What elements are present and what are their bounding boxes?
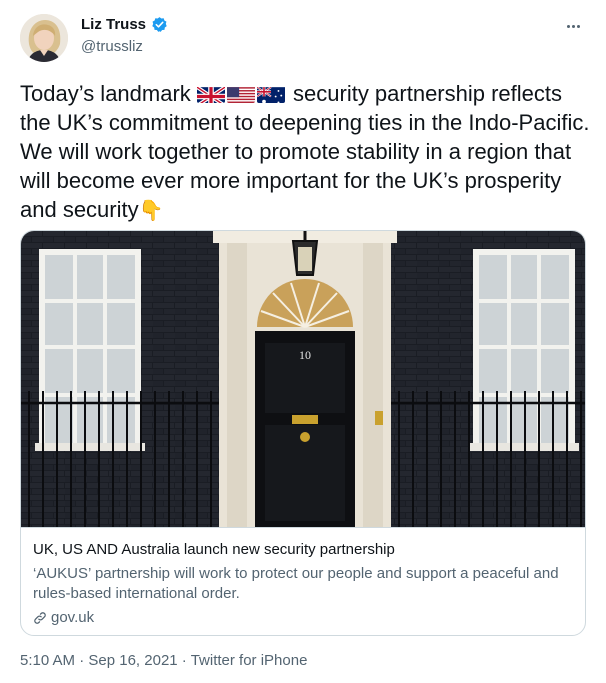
australia-flag-icon: [256, 84, 285, 103]
avatar[interactable]: [20, 14, 68, 62]
pointing-down-emoji: 👇: [138, 200, 164, 222]
tweet-source-link[interactable]: Twitter for iPhone: [191, 652, 308, 669]
tweet-date-link[interactable]: Sep 16, 2021: [88, 652, 177, 669]
meta-separator: ·: [75, 652, 89, 669]
link-icon: [33, 611, 47, 625]
tweet-text: Today’s landmark security partnership re…: [20, 79, 590, 226]
meta-separator: ·: [177, 652, 191, 669]
card-body[interactable]: UK, US AND Australia launch new security…: [21, 527, 585, 635]
author-handle[interactable]: @trussliz: [81, 38, 143, 55]
display-name[interactable]: Liz Truss: [81, 16, 146, 33]
verified-badge-icon: [151, 16, 168, 33]
door-number: 10: [299, 348, 311, 362]
author-name-row[interactable]: Liz Truss: [81, 16, 168, 33]
us-flag-icon: [226, 84, 255, 103]
card-title[interactable]: UK, US AND Australia launch new security…: [33, 540, 575, 560]
tweet-metadata: 5:10 AM · Sep 16, 2021 · Twitter for iPh…: [20, 652, 307, 669]
card-image[interactable]: 10: [21, 231, 585, 527]
tweet-time-link[interactable]: 5:10 AM: [20, 652, 75, 669]
uk-flag-icon: [196, 84, 225, 103]
link-card[interactable]: 10 UK, US AND Australia launch new secur…: [20, 230, 586, 636]
card-description: ‘AUKUS’ partnership will work to protect…: [33, 565, 559, 602]
more-options-icon[interactable]: [562, 18, 584, 34]
card-domain[interactable]: gov.uk: [33, 608, 575, 628]
tweet-text-part1: Today’s landmark: [20, 81, 197, 106]
tweet: Liz Truss @trussliz Today’s landmark sec…: [0, 0, 606, 683]
card-domain-text[interactable]: gov.uk: [51, 608, 94, 628]
